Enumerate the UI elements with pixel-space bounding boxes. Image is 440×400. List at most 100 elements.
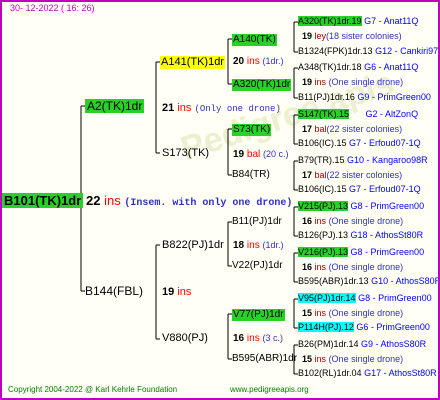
- gen4-block-7-line-3: B102(RL)1dr.04 G17 - AthosSt80R: [298, 369, 437, 378]
- gen2-bb-ins-number: 16: [233, 333, 245, 344]
- gen4-genealogy: G8 - PrimGreen00: [350, 247, 425, 257]
- gen4-ins-word: bal: [314, 124, 327, 134]
- queen-gen2-aa[interactable]: A141(TK)1dr: [160, 56, 225, 69]
- pedigree-chart: Pedigree apis 30- 12-2022 (16: 26) B101…: [0, 0, 440, 400]
- queen-gen2-bb[interactable]: V880(PJ): [162, 333, 208, 344]
- gen4-note: (22 sister colonies): [326, 124, 403, 134]
- gen4-block-2-line-1: S147(TK).15 G2 - AltZonQ: [298, 109, 418, 119]
- queen-gen3-baa[interactable]: B11(PJ)1dr: [232, 217, 282, 227]
- gen4-block-3-line-1: B79(TR).15 G10 - Kangaroo98R: [298, 156, 428, 165]
- gen4-block-3-line-2: 17 bal(22 sister colonies): [302, 171, 402, 180]
- queen-gen3-bbb[interactable]: B595(ABR)1dr: [232, 354, 297, 364]
- gen4-sire-genealogy: G12 - Cankiri97Q: [375, 46, 440, 56]
- queen-gen2-ba[interactable]: B822(PJ)1dr: [162, 240, 224, 251]
- queen-gen1-a[interactable]: A2(TK)1dr: [85, 99, 145, 113]
- gen1-b-ins-number: 19: [162, 286, 175, 298]
- gen4-note: (One single drone): [328, 354, 404, 364]
- gen4-ins-word: ins: [314, 308, 327, 318]
- gen4-queen[interactable]: S147(TK).15: [298, 109, 350, 119]
- gen1-a-ins-word: ins: [177, 102, 192, 114]
- gen4-sire-genealogy: G10 - AthosS80R: [371, 276, 440, 286]
- gen4-sire[interactable]: B595(ABR)1dr.13: [298, 276, 369, 286]
- root-queen[interactable]: B101(TK)1dr: [2, 193, 84, 208]
- gen4-genealogy: G7 - Anat11Q: [364, 16, 419, 26]
- gen4-queen[interactable]: V216(PJ).13: [298, 247, 349, 257]
- gen2-ab-insemination: 19 bal (20 c.): [233, 150, 289, 160]
- gen2-aa-ins-word: ins: [246, 56, 260, 67]
- gen2-ab-ins-word: bal: [246, 149, 261, 160]
- gen4-ins-number: 16: [302, 262, 313, 272]
- website-link[interactable]: www.pedigreeapis.org: [230, 386, 309, 394]
- gen4-queen[interactable]: A348(TK)1dr.18: [298, 62, 362, 72]
- gen4-sire-genealogy: G9 - PrimGreen00: [357, 92, 431, 102]
- gen4-block-2-line-3: B106(IC).15 G7 - Erfoud07-1Q: [298, 139, 421, 148]
- gen2-bb-ins-word: ins: [246, 333, 260, 344]
- gen4-queen[interactable]: B79(TR).15: [298, 155, 345, 165]
- queen-gen3-bba[interactable]: V77(PJ)1dr: [232, 309, 285, 321]
- gen4-ins-word: bal: [314, 170, 327, 180]
- gen4-block-5-line-3: B595(ABR)1dr.13 G10 - AthosS80R: [298, 276, 440, 286]
- gen4-block-0-line-2: 19 ley(18 sister colonies): [302, 32, 402, 41]
- gen4-ins-word: ins: [314, 262, 327, 272]
- gen4-genealogy: G8 - PrimGreen00: [350, 201, 425, 211]
- gen4-queen[interactable]: V215(PJ).13: [298, 201, 349, 211]
- gen4-block-4-line-3: B126(PJ).13 G18 - AthosSt80R: [298, 231, 423, 240]
- gen4-block-0-line-1: A320(TK)1dr.19 G7 - Anat11Q: [298, 16, 419, 26]
- gen4-block-2-line-2: 17 bal(22 sister colonies): [302, 125, 402, 134]
- gen4-ins-number: 19: [302, 31, 313, 41]
- gen4-queen[interactable]: B26(PM)1dr.14: [298, 339, 359, 349]
- gen4-note: (22 sister colonies): [326, 170, 403, 180]
- gen2-ba-note: (1dr.): [262, 240, 284, 250]
- gen4-sire[interactable]: B106(IC).15: [298, 184, 347, 194]
- gen4-ins-number: 15: [302, 354, 313, 364]
- gen4-genealogy: G8 - PrimGreen00: [358, 293, 432, 303]
- gen1-a-note: (Only one drone): [194, 104, 281, 114]
- gen4-block-6-line-2: 15 ins (One single drone): [302, 309, 403, 318]
- gen4-sire-genealogy: G17 - AthosSt80R: [364, 368, 437, 378]
- gen4-note: (One single drone): [328, 216, 404, 226]
- gen2-aa-note: (1dr.): [262, 56, 284, 66]
- gen4-block-7-line-2: 15 ins (One single drone): [302, 355, 403, 364]
- gen4-sire-genealogy: G6 - PrimGreen00: [356, 322, 430, 332]
- queen-gen3-bab[interactable]: V22(PJ)1dr: [232, 261, 283, 271]
- gen2-bb-note: (3 c.): [262, 333, 283, 343]
- queen-gen2-ab[interactable]: S173(TK): [162, 148, 209, 159]
- gen4-genealogy: G6 - Anat11Q: [364, 62, 419, 72]
- gen4-note: (One single drone): [328, 77, 404, 87]
- root-ins-number: 22: [86, 193, 101, 208]
- gen4-block-1-line-3: B11(PJ)1dr.16 G9 - PrimGreen00: [298, 93, 431, 102]
- queen-gen3-aaa[interactable]: A140(TK): [232, 34, 277, 46]
- gen4-block-5-line-2: 16 ins (One single drone): [302, 263, 403, 272]
- gen1-a-insemination: 21 ins (Only one drone): [162, 103, 281, 114]
- gen4-sire[interactable]: B106(IC).15: [298, 138, 347, 148]
- gen4-ins-number: 19: [302, 77, 313, 87]
- gen4-sire[interactable]: B11(PJ)1dr.16: [298, 92, 355, 102]
- gen2-ab-ins-number: 19: [233, 149, 245, 160]
- gen4-queen[interactable]: V95(PJ)1dr.14: [298, 293, 356, 303]
- gen4-note: (One single drone): [328, 262, 404, 272]
- gen4-queen[interactable]: A320(TK)1dr.19: [298, 16, 362, 26]
- root-note: (Insem. with only one drone): [124, 198, 293, 209]
- gen4-block-1-line-2: 19 ins (One single drone): [302, 78, 403, 87]
- gen4-sire[interactable]: B102(RL)1dr.04: [298, 368, 362, 378]
- queen-gen3-abb[interactable]: B84(TR): [232, 170, 270, 180]
- gen2-aa-ins-number: 20: [233, 56, 245, 67]
- gen4-sire-genealogy: G7 - Erfoud07-1Q: [349, 184, 421, 194]
- gen4-sire[interactable]: B1324(FPK)1dr.13: [298, 46, 373, 56]
- gen1-b-insemination: 19 ins: [162, 287, 191, 298]
- gen4-block-1-line-1: A348(TK)1dr.18 G6 - Anat11Q: [298, 63, 418, 72]
- gen4-note: (One single drone): [328, 308, 404, 318]
- queen-gen1-b[interactable]: B144(FBL): [85, 285, 143, 297]
- gen4-sire[interactable]: B126(PJ).13: [298, 230, 348, 240]
- gen2-bb-insemination: 16 ins (3 c.): [233, 334, 283, 344]
- gen4-block-6-line-1: V95(PJ)1dr.14 G8 - PrimGreen00: [298, 293, 432, 303]
- gen1-a-ins-number: 21: [162, 102, 175, 114]
- gen4-sire-genealogy: G7 - Erfoud07-1Q: [349, 138, 421, 148]
- queen-gen3-aab[interactable]: A320(TK)1dr: [232, 79, 292, 91]
- gen2-ba-insemination: 18 ins (1dr.): [233, 241, 284, 251]
- queen-gen3-aba[interactable]: S73(TK): [232, 124, 272, 136]
- gen4-block-4-line-1: V215(PJ).13 G8 - PrimGreen00: [298, 201, 425, 211]
- root-ins-word: ins: [104, 193, 121, 208]
- gen4-sire[interactable]: P114H(PJ).12: [298, 322, 354, 332]
- root-insemination: 22 ins (Insem. with only one drone): [86, 194, 292, 209]
